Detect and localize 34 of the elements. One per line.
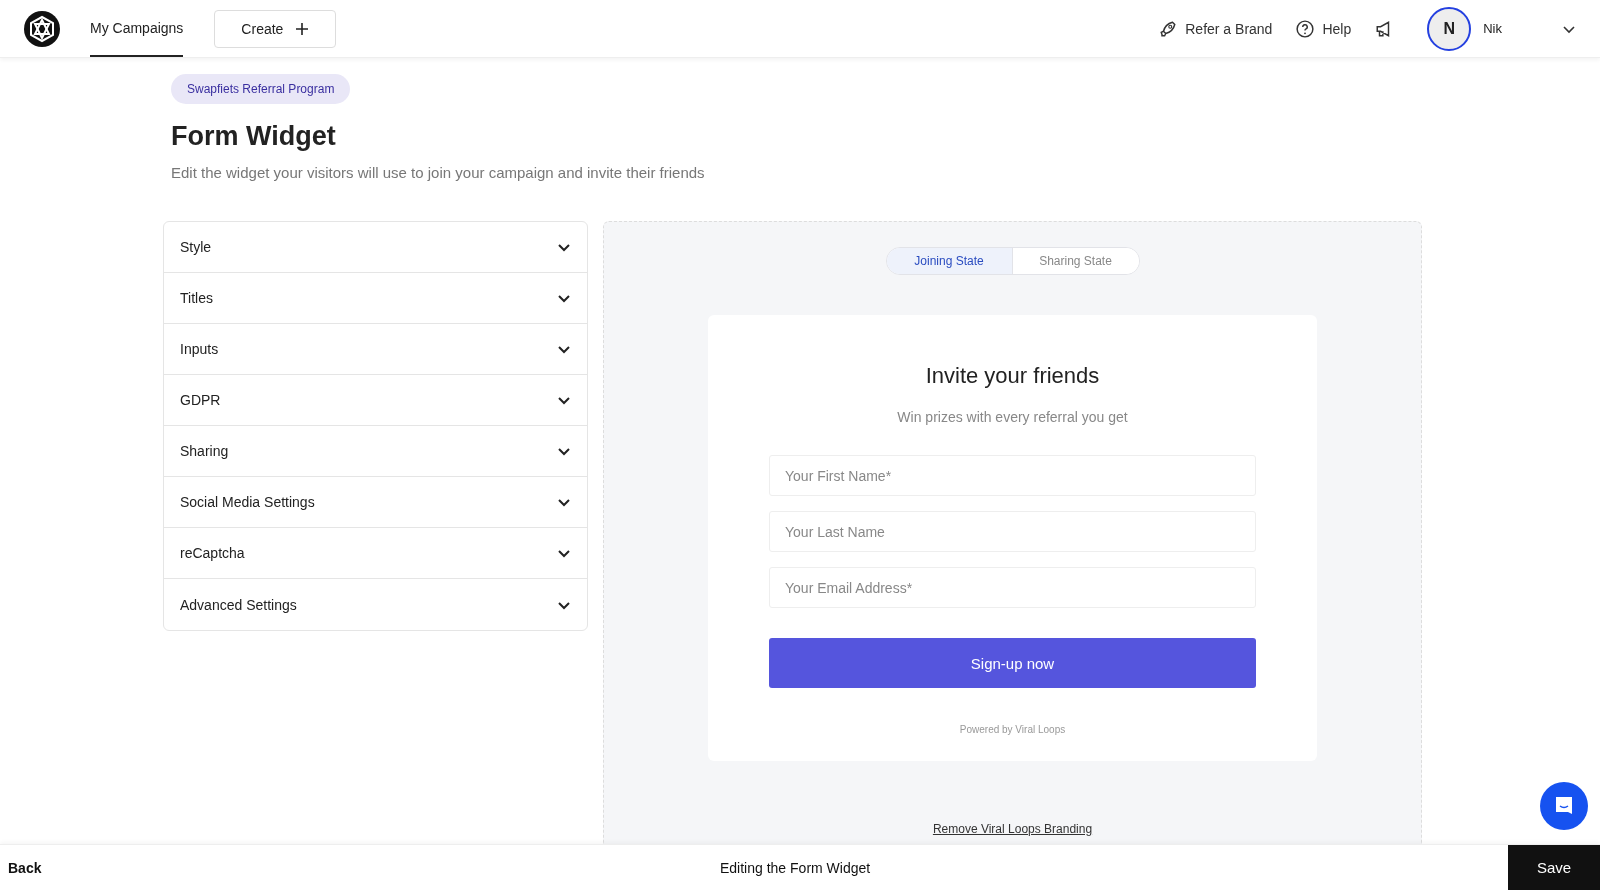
- accordion-item[interactable]: Titles: [164, 273, 587, 324]
- rocket-icon: [1159, 19, 1178, 38]
- chat-button[interactable]: [1540, 782, 1588, 830]
- help-icon: [1296, 19, 1315, 38]
- create-button[interactable]: Create: [214, 9, 337, 48]
- user-name: Nik: [1483, 21, 1502, 36]
- plus-icon: [295, 21, 310, 36]
- accordion-item[interactable]: reCaptcha: [164, 528, 587, 579]
- input-field[interactable]: Your First Name*: [769, 455, 1256, 496]
- logo-icon[interactable]: [24, 10, 60, 47]
- header-link[interactable]: Refer a Brand: [1159, 19, 1273, 38]
- header-link[interactable]: Help: [1296, 19, 1352, 38]
- accordion-item[interactable]: Style: [164, 222, 587, 273]
- back-button[interactable]: Back: [0, 859, 720, 876]
- nav-tab[interactable]: My Campaigns: [90, 0, 184, 57]
- accordion-item[interactable]: Advanced Settings: [164, 579, 587, 630]
- input-field[interactable]: Your Email Address*: [769, 567, 1256, 608]
- powered-by-text: Powered by Viral Loops: [959, 724, 1066, 735]
- accordion-item[interactable]: Social Media Settings: [164, 477, 587, 528]
- input-field[interactable]: Your Last Name: [769, 511, 1256, 552]
- state-tab[interactable]: Joining State: [886, 248, 1013, 274]
- accordion-item[interactable]: Sharing: [164, 426, 587, 477]
- page-subtitle: Edit the widget your visitors will use to join your campaign and invite their friends: [171, 164, 705, 181]
- page-title: Form Widget: [171, 121, 336, 152]
- widget-subtitle: Win prizes with every referral you get: [897, 409, 1128, 425]
- remove-branding-link[interactable]: Remove Viral Loops Branding: [932, 822, 1093, 836]
- user-avatar[interactable]: N: [1427, 6, 1472, 51]
- save-button[interactable]: Save: [1508, 845, 1600, 890]
- signup-button[interactable]: Sign-up now: [769, 638, 1256, 688]
- accordion-item[interactable]: Inputs: [164, 324, 587, 375]
- accordion-item[interactable]: GDPR: [164, 375, 587, 426]
- widget-title: Invite your friends: [925, 363, 1100, 389]
- editing-status: Editing the Form Widget: [720, 859, 872, 876]
- campaign-tag: Swapfiets Referral Program: [171, 74, 351, 104]
